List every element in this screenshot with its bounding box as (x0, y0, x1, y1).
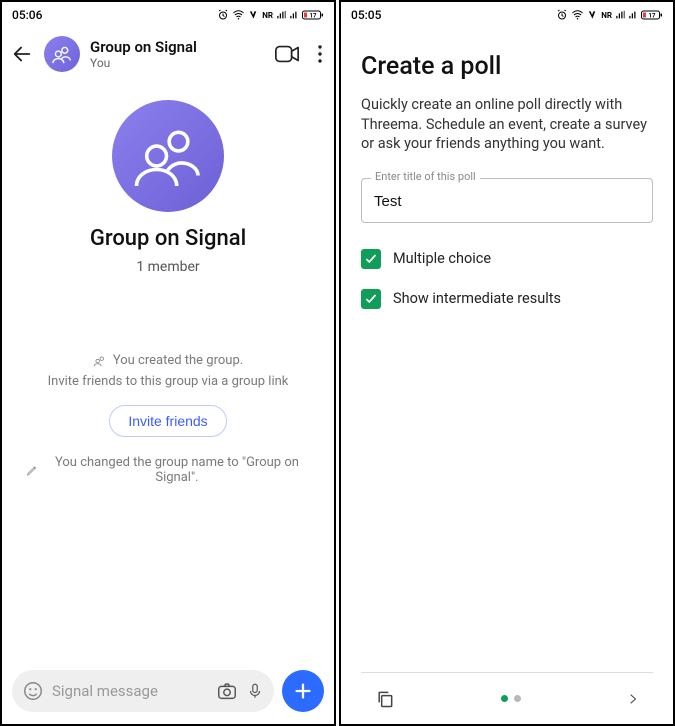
system-created: You created the group. (93, 353, 243, 368)
battery-icon: 17 (641, 9, 663, 21)
chat-subtitle: You (90, 56, 264, 70)
video-icon (274, 43, 300, 65)
group-info: Group on Signal 1 member (2, 80, 334, 283)
status-icons: NR 17 (556, 9, 663, 21)
poll-title-field: Enter title of this poll (361, 178, 653, 223)
status-time: 05:06 (12, 8, 42, 22)
people-icon (51, 43, 73, 65)
signal-icon-2 (628, 9, 638, 21)
chat-title: Group on Signal (90, 38, 264, 56)
wifi-icon (571, 9, 584, 21)
compose-bar: Signal message (2, 660, 334, 724)
vowifi-icon (248, 9, 259, 21)
people-icon (132, 120, 204, 192)
poll-screen: Create a poll Quickly create an online p… (341, 28, 673, 724)
nr-icon: NR (262, 11, 273, 20)
system-invite-hint: Invite friends to this group via a group… (48, 374, 289, 389)
status-bar: 05:06 NR 17 (2, 2, 334, 28)
group-avatar-small[interactable] (44, 36, 80, 72)
wifi-icon (232, 9, 245, 21)
signal-icon-2 (289, 9, 299, 21)
chevron-right-icon (627, 690, 639, 708)
add-button[interactable] (282, 670, 324, 712)
copy-icon (375, 689, 395, 709)
nr-icon: NR (601, 11, 612, 20)
group-name: Group on Signal (90, 226, 246, 251)
emoji-icon[interactable] (22, 680, 44, 702)
copy-button[interactable] (375, 689, 395, 709)
dots-vertical-icon (318, 45, 322, 63)
next-button[interactable] (627, 690, 639, 708)
chat-header: Group on Signal You (2, 28, 334, 80)
compose-input[interactable]: Signal message (12, 670, 274, 712)
bottom-bar (361, 672, 653, 724)
multiple-choice-label: Multiple choice (393, 250, 491, 267)
more-button[interactable] (318, 45, 322, 63)
arrow-left-icon (11, 43, 33, 65)
phone-left: 05:06 NR 17 Group on Signal You (0, 0, 336, 726)
battery-icon: 17 (302, 9, 324, 21)
system-messages: You created the group. Invite friends to… (2, 353, 334, 485)
status-bar: 05:05 NR 17 (341, 2, 673, 28)
dot-active (501, 695, 508, 702)
people-small-icon (93, 354, 107, 368)
status-icons: NR 17 (217, 9, 324, 21)
vowifi-icon (587, 9, 598, 21)
compose-placeholder: Signal message (52, 682, 208, 700)
header-actions (274, 43, 322, 65)
system-renamed: You changed the group name to "Group on … (26, 455, 310, 485)
page-indicator (501, 695, 521, 702)
page-description: Quickly create an online poll directly w… (361, 95, 653, 154)
intermediate-results-label: Show intermediate results (393, 290, 561, 307)
svg-text:17: 17 (649, 13, 656, 20)
svg-text:17: 17 (310, 13, 317, 20)
dot-inactive (514, 695, 521, 702)
video-call-button[interactable] (274, 43, 300, 65)
member-count: 1 member (136, 259, 199, 275)
chat-title-block[interactable]: Group on Signal You (90, 38, 264, 70)
alarm-icon (217, 9, 229, 21)
multiple-choice-row[interactable]: Multiple choice (361, 249, 653, 269)
alarm-icon (556, 9, 568, 21)
camera-icon[interactable] (216, 680, 238, 702)
microphone-icon[interactable] (246, 680, 264, 702)
group-avatar-large[interactable] (112, 100, 224, 212)
poll-title-input[interactable] (361, 178, 653, 223)
signal-icon (276, 9, 286, 21)
plus-icon (292, 680, 314, 702)
checkbox-checked-icon (361, 289, 381, 309)
page-title: Create a poll (361, 52, 653, 81)
signal-icon (615, 9, 625, 21)
phone-right: 05:05 NR 17 Create a poll Quickly create… (339, 0, 675, 726)
invite-friends-button[interactable]: Invite friends (109, 405, 226, 437)
intermediate-results-row[interactable]: Show intermediate results (361, 289, 653, 309)
status-time: 05:05 (351, 8, 381, 22)
checkbox-checked-icon (361, 249, 381, 269)
pencil-icon (26, 464, 38, 477)
field-label: Enter title of this poll (371, 170, 480, 183)
back-button[interactable] (10, 42, 34, 66)
